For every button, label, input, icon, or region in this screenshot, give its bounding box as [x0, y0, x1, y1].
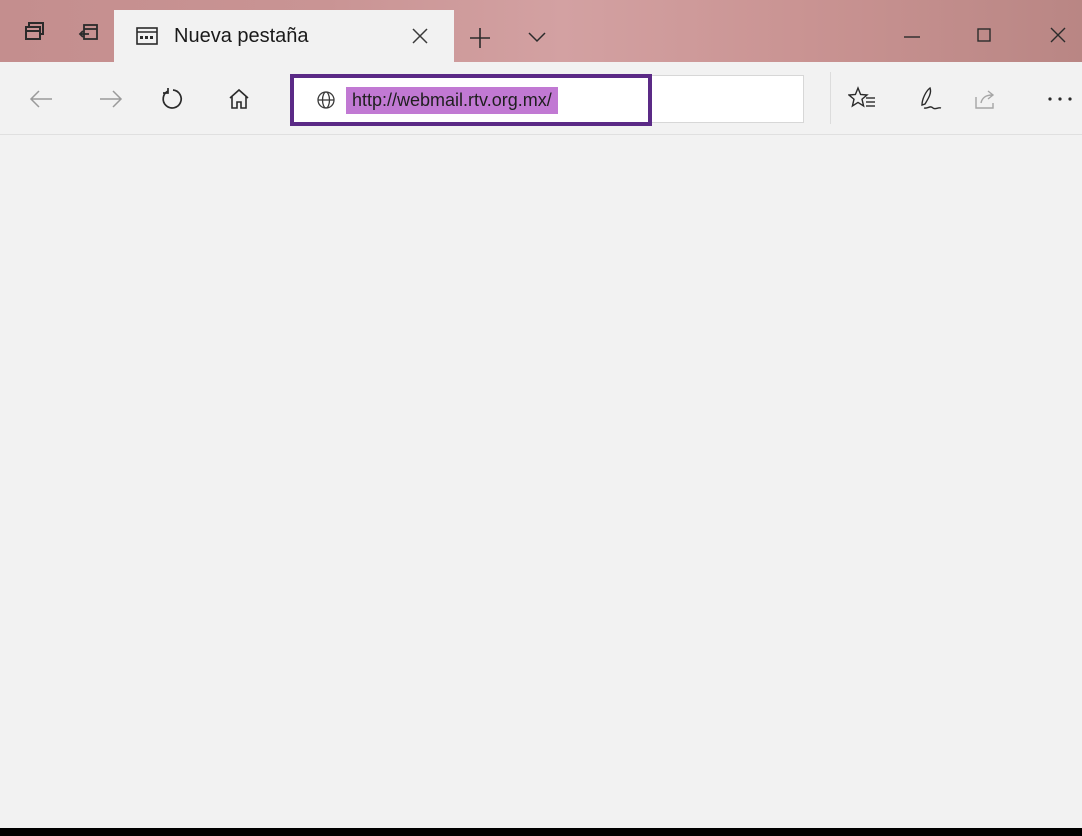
tabs-aside-icon[interactable] [22, 19, 48, 45]
chevron-down-icon[interactable] [526, 26, 548, 53]
pen-icon[interactable] [914, 84, 946, 114]
bottom-edge [0, 828, 1082, 836]
minimize-icon[interactable] [892, 20, 932, 50]
back-arrow-icon[interactable] [26, 84, 56, 114]
home-icon[interactable] [224, 84, 254, 114]
address-bar[interactable]: http://webmail.rtv.org.mx/ [290, 74, 652, 126]
navigation-toolbar: http://webmail.rtv.org.mx/ [0, 62, 1082, 135]
close-icon[interactable] [408, 24, 432, 48]
tab-restore-icon[interactable] [76, 19, 102, 45]
tab-nueva-pestana[interactable]: Nueva pestaña [114, 10, 454, 62]
favorites-star-icon[interactable] [846, 84, 878, 114]
address-url-text[interactable]: http://webmail.rtv.org.mx/ [346, 87, 558, 114]
title-bar: Nueva pestaña [0, 0, 1082, 62]
forward-arrow-icon[interactable] [96, 84, 126, 114]
close-icon[interactable] [1038, 20, 1078, 50]
maximize-icon[interactable] [964, 20, 1004, 50]
refresh-icon[interactable] [158, 84, 188, 114]
share-icon[interactable] [970, 84, 1002, 114]
toolbar-divider [830, 72, 831, 124]
address-bar-extension[interactable] [652, 75, 804, 123]
plus-icon[interactable] [468, 26, 492, 55]
page-icon [136, 26, 158, 51]
tab-title: Nueva pestaña [174, 25, 309, 47]
more-dots-icon[interactable] [1044, 84, 1076, 114]
globe-icon [316, 90, 336, 115]
page-content-area [0, 135, 1082, 828]
